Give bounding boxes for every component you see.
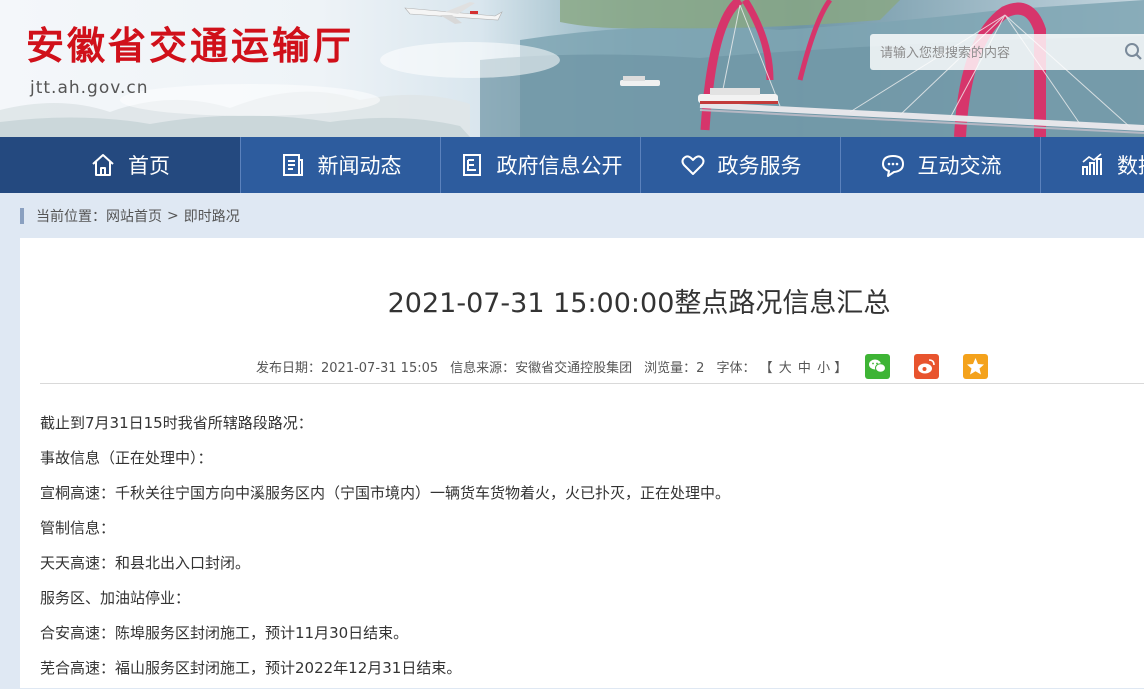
view-count: 浏览量：2: [644, 361, 705, 376]
main-nav: 首页 新闻动态 政府信息公开 政务服务 互动交流 数据: [0, 137, 1144, 193]
article-paragraph: 宣桐高速：千秋关往宁国方向中溪服务区内（宁国市境内）一辆货车货物着火，火已扑灭，…: [40, 484, 731, 502]
breadcrumb-prefix: 当前位置：: [36, 209, 106, 225]
site-title: 安徽省交通运输厅: [26, 23, 355, 68]
article-meta: 发布日期：2021-07-31 15:05 信息来源：安徽省交通控股集团 浏览量…: [256, 354, 1000, 379]
article-paragraph: 芜合高速：福山服务区封闭施工，预计2022年12月31日结束。: [40, 659, 462, 677]
nav-label: 政府信息公开: [496, 154, 623, 178]
wechat-icon: [869, 359, 887, 373]
chat-icon: [880, 152, 906, 178]
breadcrumb-current-link[interactable]: 即时路况: [184, 206, 240, 226]
font-size-small-button[interactable]: 小: [817, 361, 830, 376]
breadcrumb-home-link[interactable]: 网站首页: [106, 206, 162, 226]
article-paragraph: 管制信息：: [40, 519, 116, 537]
heart-icon: [680, 152, 706, 178]
airplane-illustration: [404, 2, 503, 24]
document-icon: [459, 152, 485, 178]
article-title: 2021-07-31 15:00:00整点路况信息汇总: [387, 288, 891, 319]
search-box: [870, 34, 1144, 70]
nav-label: 首页: [128, 154, 170, 178]
article-paragraph: 天天高速：和县北出入口封闭。: [40, 554, 251, 572]
wechat-share-button[interactable]: [865, 354, 891, 379]
nav-label: 新闻动态: [317, 154, 402, 178]
search-icon[interactable]: [1120, 40, 1144, 64]
article-body: 截止到7月31日15时我省所辖路段路况： 事故信息（正在处理中）： 宣桐高速：千…: [40, 409, 1130, 689]
info-source: 信息来源：安徽省交通控股集团: [450, 361, 633, 376]
font-size-medium-button[interactable]: 中: [798, 361, 811, 376]
article-paragraph: 服务区、加油站停业：: [40, 589, 191, 607]
meta-divider: [40, 383, 1144, 384]
nav-item-news[interactable]: 新闻动态: [241, 137, 441, 193]
qzone-icon: [967, 358, 985, 375]
nav-item-gov-info[interactable]: 政府信息公开: [441, 137, 641, 193]
font-size-controls: 字体： 【 大 中 小 】: [716, 357, 847, 376]
font-size-label: 字体：: [716, 361, 756, 376]
nav-item-home[interactable]: 首页: [0, 137, 241, 193]
font-size-bracket-close: 】: [834, 361, 848, 376]
nav-item-services[interactable]: 政务服务: [641, 137, 841, 193]
font-size-large-button[interactable]: 大: [779, 361, 792, 376]
nav-label: 政务服务: [717, 154, 802, 178]
font-size-bracket-open: 【: [759, 361, 773, 376]
breadcrumb-separator: >: [167, 208, 179, 224]
article-paragraph: 截止到7月31日15时我省所辖路段路况：: [40, 414, 313, 432]
article-paragraph: 事故信息（正在处理中）：: [40, 449, 213, 467]
search-input[interactable]: [878, 42, 1122, 64]
breadcrumb-marker: [20, 208, 24, 224]
weibo-share-button[interactable]: [914, 354, 940, 379]
weibo-icon: [918, 359, 936, 374]
nav-label: 数据: [1117, 154, 1144, 178]
header-banner: 安徽省交通运输厅 jtt.ah.gov.cn: [0, 0, 1144, 137]
article-card: 2021-07-31 15:00:00整点路况信息汇总 发布日期：2021-07…: [20, 238, 1144, 688]
chart-icon: [1079, 152, 1105, 178]
nav-label: 互动交流: [917, 154, 1002, 178]
article-paragraph: 合安高速：陈埠服务区封闭施工，预计11月30日结束。: [40, 624, 409, 642]
news-icon: [280, 152, 306, 178]
site-url: jtt.ah.gov.cn: [30, 78, 149, 98]
breadcrumb: 当前位置： 网站首页 > 即时路况: [20, 206, 240, 226]
home-icon: [90, 152, 116, 178]
qzone-share-button[interactable]: [963, 354, 989, 379]
publish-date: 发布日期：2021-07-31 15:05: [256, 361, 439, 376]
nav-item-interaction[interactable]: 互动交流: [841, 137, 1041, 193]
nav-item-data[interactable]: 数据: [1041, 137, 1144, 193]
